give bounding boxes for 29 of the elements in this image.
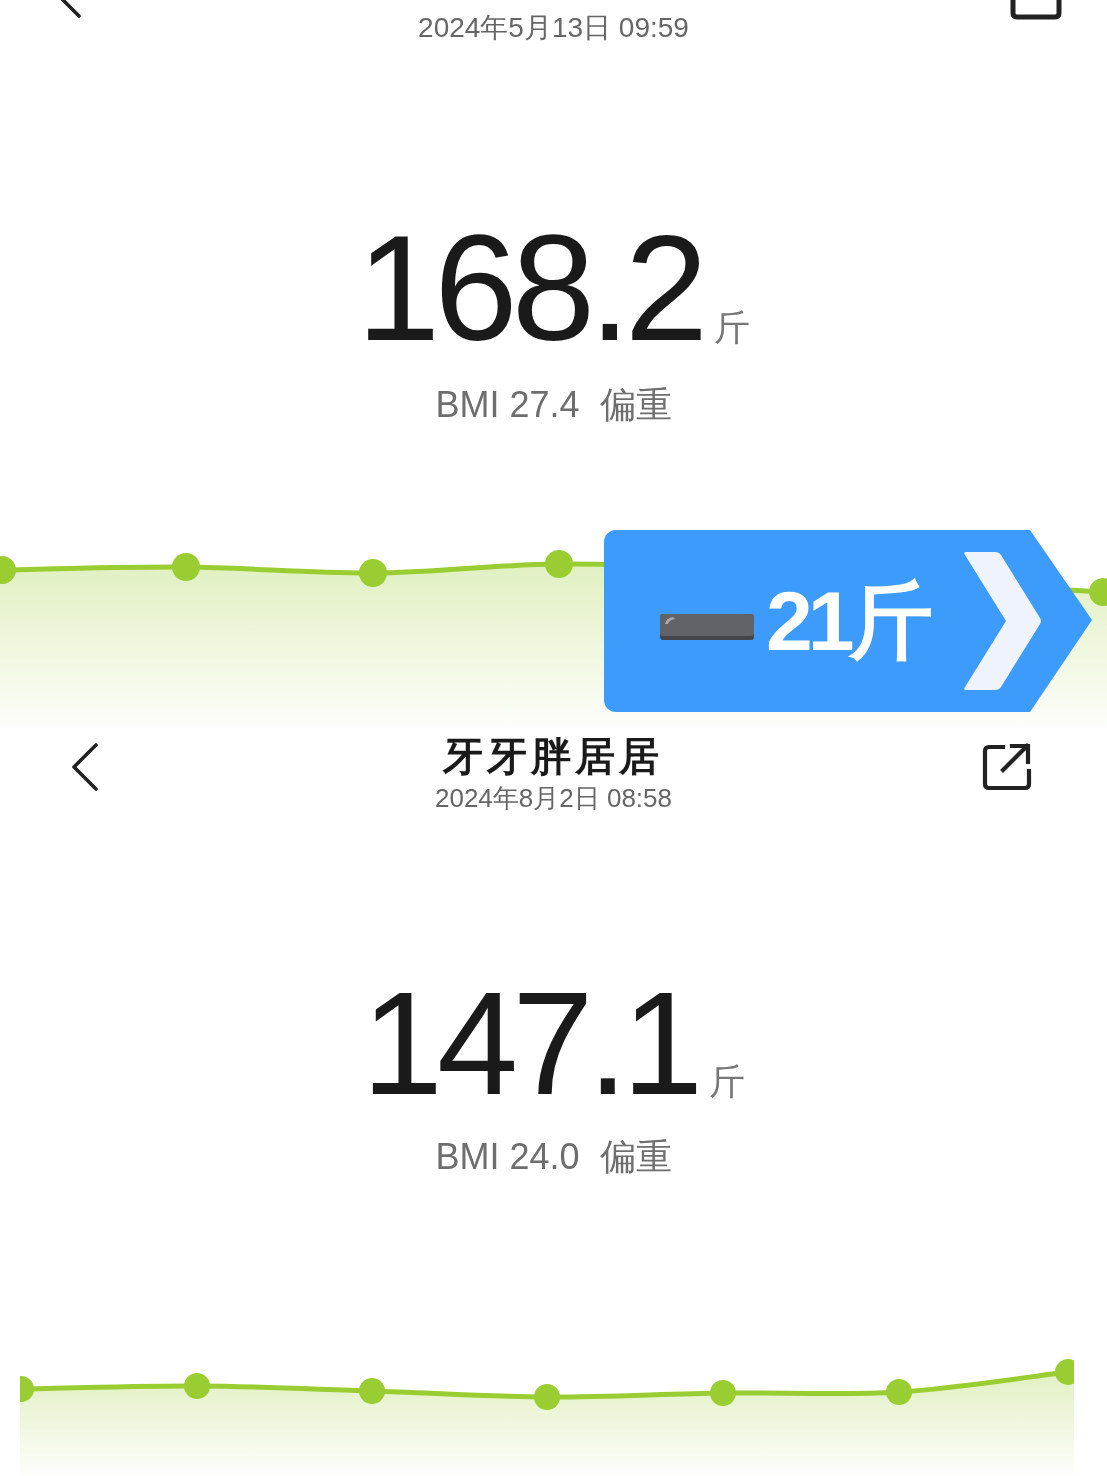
bmi-value: BMI 27.4 <box>435 383 580 426</box>
bmi-status: 偏重 <box>599 1135 672 1178</box>
chart-point <box>0 556 16 584</box>
chart-point <box>545 550 573 578</box>
bmi-status: 偏重 <box>599 383 672 426</box>
chart-point <box>359 1378 385 1404</box>
bmi-value: BMI 24.0 <box>435 1135 580 1178</box>
chart-point <box>534 1384 560 1410</box>
chart-point <box>710 1380 736 1406</box>
back-icon[interactable] <box>70 742 100 792</box>
chart-point <box>359 559 387 587</box>
chevron-right-icon <box>963 552 1041 690</box>
chart-point <box>1089 578 1107 606</box>
weight-unit: 斤 <box>714 310 751 346</box>
chart-point <box>20 1376 34 1402</box>
chart-point <box>1055 1359 1074 1385</box>
date-time: 2024年5月13日 09:59 <box>418 11 689 45</box>
share-icon[interactable] <box>981 742 1033 792</box>
weight-value: 168.2 <box>356 213 703 363</box>
back-icon[interactable] <box>58 0 82 18</box>
weight-value: 147.1 <box>361 971 698 1117</box>
chart-point <box>172 553 200 581</box>
weight-change-amount: 21斤 <box>766 579 929 663</box>
weight-unit: 斤 <box>709 1064 746 1100</box>
date-time: 2024年8月2日 08:58 <box>434 782 672 814</box>
share-icon[interactable] <box>1010 0 1062 20</box>
chart-point <box>886 1379 912 1405</box>
page-title: 牙牙胖居居 <box>443 734 664 778</box>
chart-point <box>184 1373 210 1399</box>
